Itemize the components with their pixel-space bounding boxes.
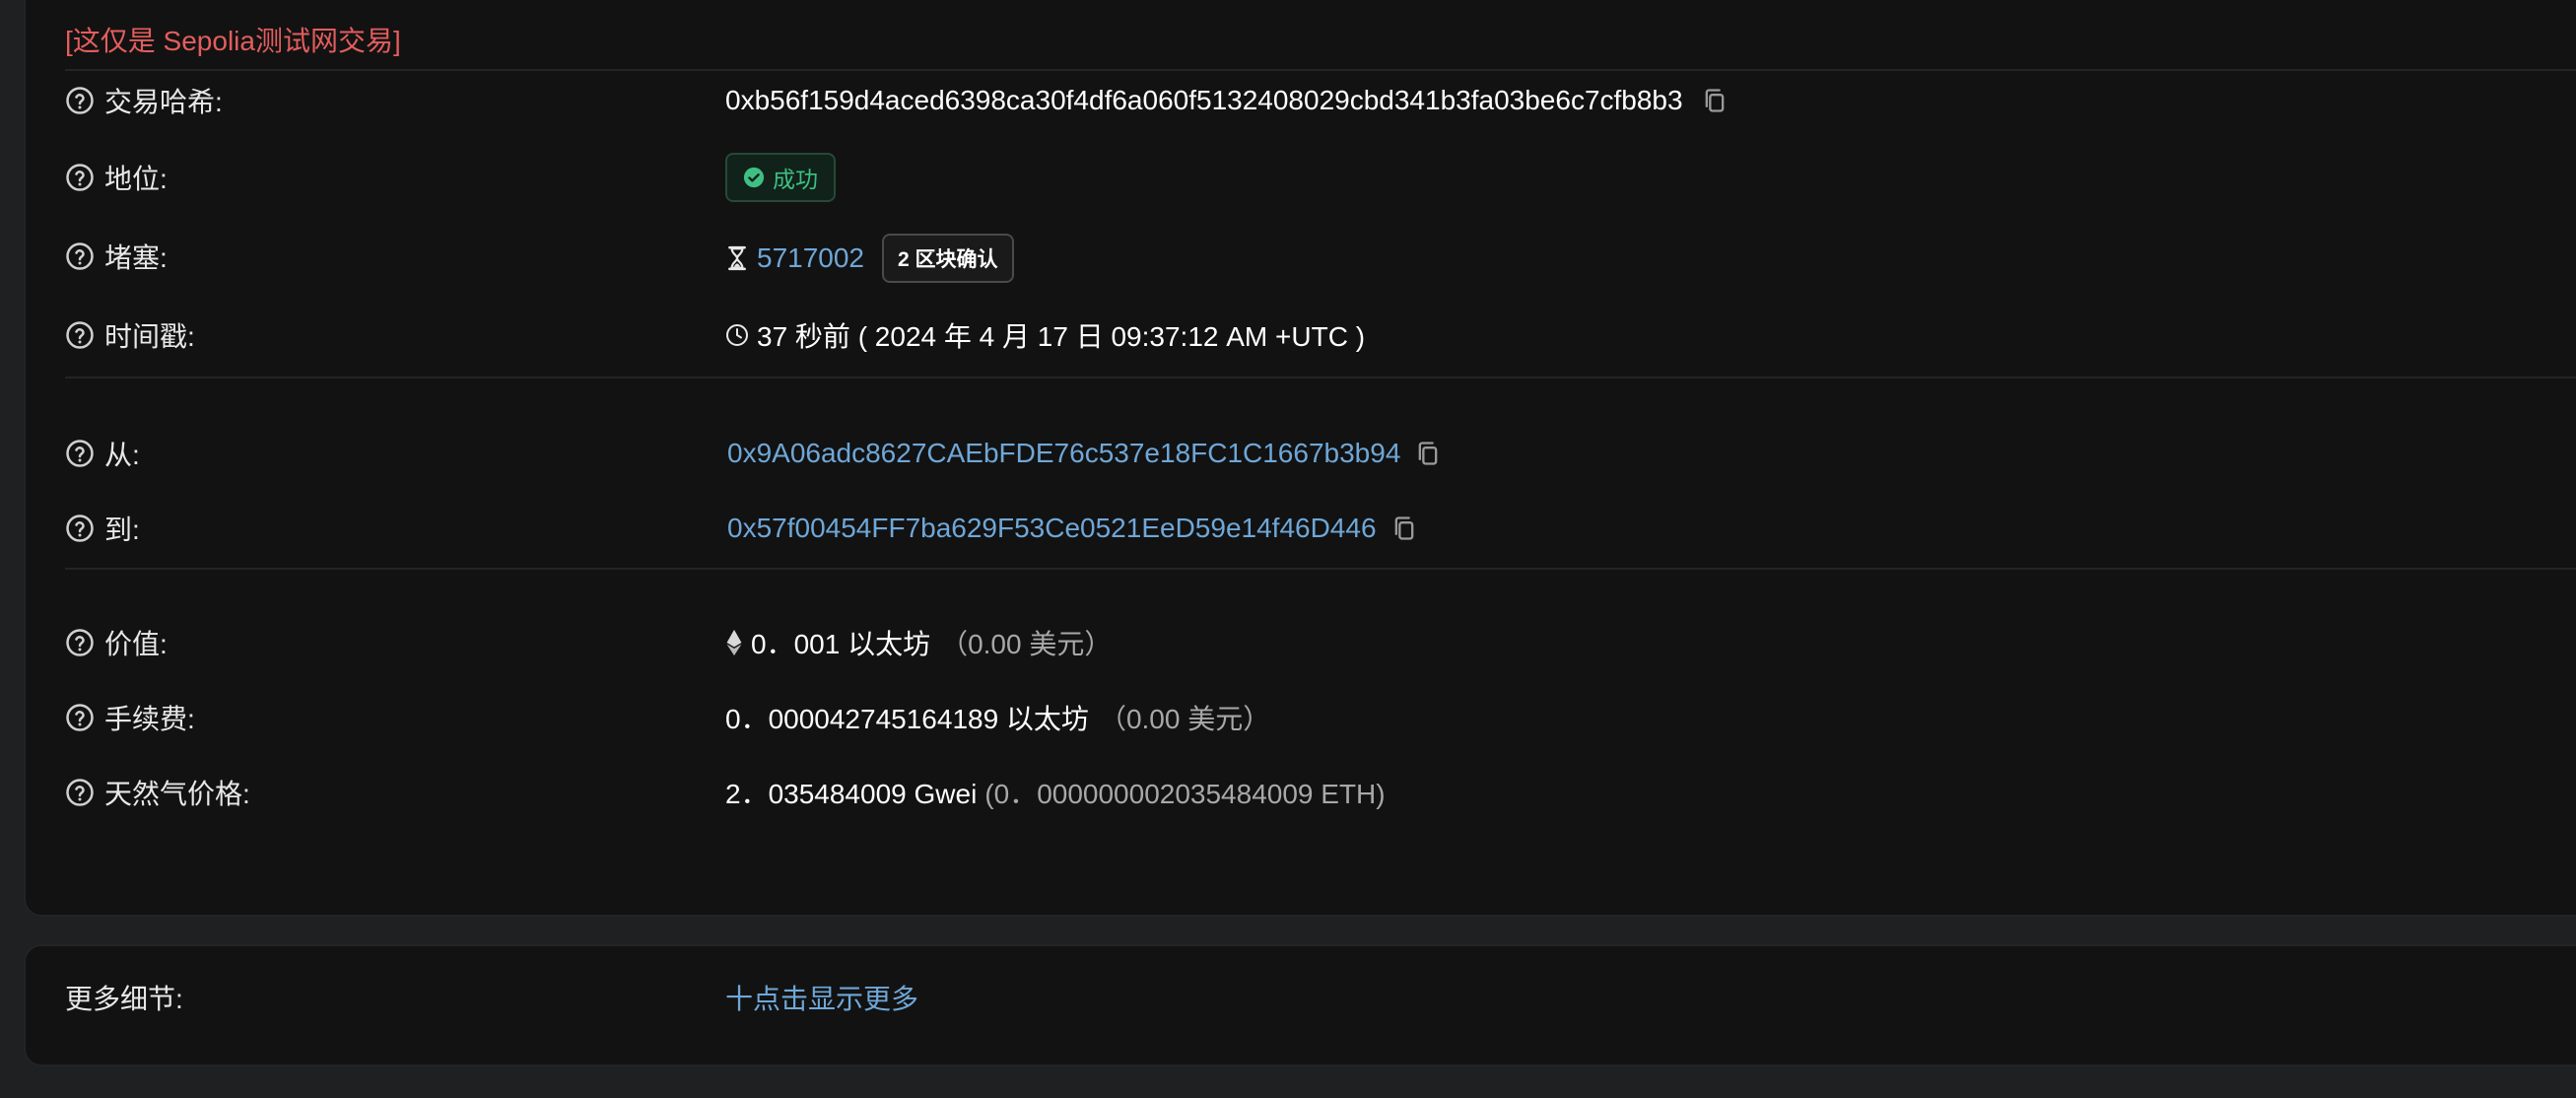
to-address-link[interactable]: 0x57f00454FF7ba629F53Ce0521EeD59e14f46D4… bbox=[727, 513, 1377, 544]
to-label: 到: bbox=[104, 515, 140, 545]
status-badge: 成功 bbox=[725, 153, 836, 202]
show-more-toggle[interactable]: 十点击显示更多 bbox=[725, 978, 918, 1017]
question-circle-icon[interactable] bbox=[65, 86, 95, 115]
tx-hash-label: 交易哈希: bbox=[104, 87, 223, 117]
fee-label: 手续费: bbox=[104, 704, 195, 734]
tx-hash-label-row: 交易哈希: bbox=[65, 81, 223, 120]
tx-hash-value: 0xb56f159d4aced6398ca30f4df6a060f5132408… bbox=[725, 85, 1683, 115]
copy-icon[interactable] bbox=[1390, 515, 1418, 542]
value-amount: 0．001 以太坊 bbox=[751, 629, 931, 659]
fee-usd: （0.00 美元） bbox=[1098, 704, 1271, 734]
timestamp-value: 37 秒前 ( 2024 年 4 月 17 日 09:37:12 AM +UTC… bbox=[757, 321, 1366, 352]
divider bbox=[65, 377, 2576, 378]
value-label-row: 价值: bbox=[65, 623, 168, 662]
more-details-label: 更多细节: bbox=[65, 984, 183, 1014]
from-value-row: 0x9A06adc8627CAEbFDE76c537e18FC1C1667b3b… bbox=[725, 432, 1442, 475]
status-label: 地位: bbox=[104, 164, 168, 194]
timestamp-value-row: 37 秒前 ( 2024 年 4 月 17 日 09:37:12 AM +UTC… bbox=[725, 313, 1365, 357]
gas-price-eth: (0．000000002035484009 ETH) bbox=[984, 779, 1386, 809]
to-label-row: 到: bbox=[65, 509, 140, 548]
status-label-row: 地位: bbox=[65, 158, 168, 197]
block-confirmations-badge: 2 区块确认 bbox=[882, 234, 1014, 283]
question-circle-icon[interactable] bbox=[65, 628, 95, 657]
fee-value-row: 0．000042745164189 以太坊 （0.00 美元） bbox=[725, 696, 1270, 739]
question-circle-icon[interactable] bbox=[65, 439, 95, 468]
hourglass-icon bbox=[725, 245, 749, 271]
clock-icon bbox=[725, 322, 749, 348]
more-details-value-row: 十点击显示更多 bbox=[725, 976, 918, 1019]
divider bbox=[65, 69, 2576, 71]
question-circle-icon[interactable] bbox=[65, 241, 95, 271]
question-circle-icon[interactable] bbox=[65, 703, 95, 732]
from-address-link[interactable]: 0x9A06adc8627CAEbFDE76c537e18FC1C1667b3b… bbox=[727, 438, 1400, 469]
value-usd: （0.00 美元） bbox=[940, 629, 1113, 659]
fee-label-row: 手续费: bbox=[65, 698, 195, 737]
gas-price-gwei: 2．035484009 Gwei bbox=[725, 779, 978, 809]
fee-amount: 0．000042745164189 以太坊 bbox=[725, 704, 1089, 734]
block-label: 堵塞: bbox=[104, 242, 168, 273]
transaction-overview-card: [这仅是 Sepolia测试网交易] 交易哈希: 0xb56f159d4aced… bbox=[24, 0, 2576, 917]
copy-icon[interactable] bbox=[1701, 87, 1729, 114]
status-text: 成功 bbox=[773, 167, 818, 192]
from-label: 从: bbox=[104, 440, 140, 470]
divider bbox=[65, 568, 2576, 570]
testnet-notice: [这仅是 Sepolia测试网交易] bbox=[65, 26, 401, 56]
copy-icon[interactable] bbox=[1414, 440, 1442, 467]
timestamp-label: 时间戳: bbox=[104, 321, 195, 352]
ethereum-icon bbox=[725, 629, 743, 656]
question-circle-icon[interactable] bbox=[65, 163, 95, 192]
gas-price-value-row: 2．035484009 Gwei (0．000000002035484009 E… bbox=[725, 771, 1386, 814]
more-details-card: 更多细节: 十点击显示更多 bbox=[24, 944, 2576, 1066]
from-label-row: 从: bbox=[65, 434, 140, 473]
more-details-label-row: 更多细节: bbox=[65, 978, 183, 1017]
timestamp-label-row: 时间戳: bbox=[65, 315, 195, 355]
gas-price-label: 天然气价格: bbox=[104, 779, 250, 809]
question-circle-icon[interactable] bbox=[65, 320, 95, 350]
question-circle-icon[interactable] bbox=[65, 778, 95, 807]
block-label-row: 堵塞: bbox=[65, 237, 168, 276]
check-circle-icon bbox=[743, 167, 765, 188]
block-number-link[interactable]: 5717002 bbox=[757, 242, 864, 274]
block-value-row: 5717002 2 区块确认 bbox=[725, 234, 1014, 283]
to-value-row: 0x57f00454FF7ba629F53Ce0521EeD59e14f46D4… bbox=[725, 507, 1418, 550]
gas-price-label-row: 天然气价格: bbox=[65, 773, 250, 812]
value-value-row: 0．001 以太坊 （0.00 美元） bbox=[725, 621, 1112, 664]
question-circle-icon[interactable] bbox=[65, 514, 95, 543]
value-label: 价值: bbox=[104, 629, 168, 659]
status-value-row: 成功 bbox=[725, 153, 836, 202]
tx-hash-value-row: 0xb56f159d4aced6398ca30f4df6a060f5132408… bbox=[725, 79, 1729, 122]
